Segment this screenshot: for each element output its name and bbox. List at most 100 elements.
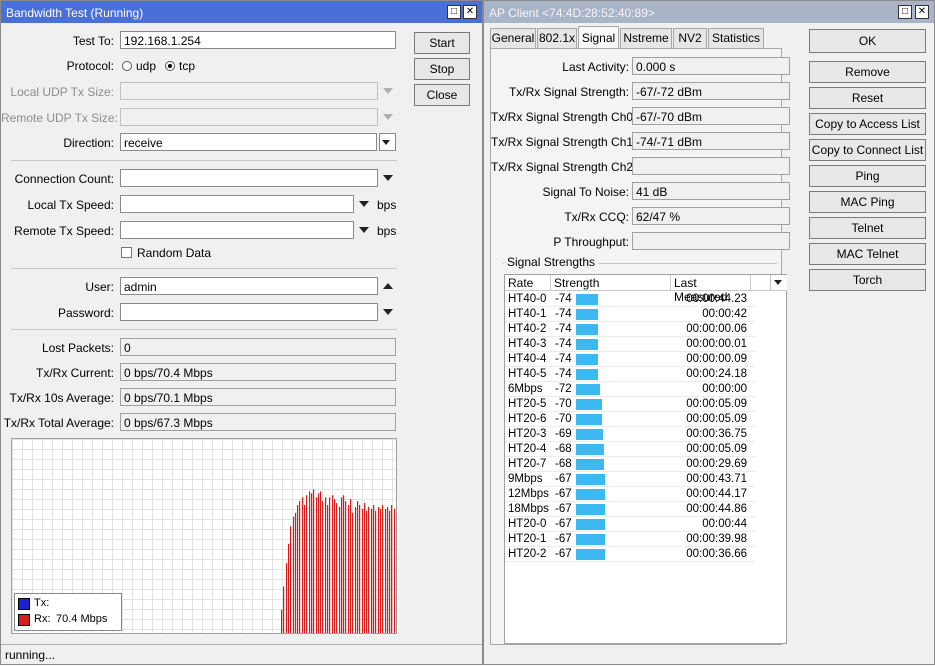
column-menu-button[interactable] [771,275,787,291]
table-row[interactable]: HT40-0 -74 00:00:44.23 [505,292,755,307]
tab-signal[interactable]: Signal [578,26,619,48]
tab-statistics[interactable]: Statistics [708,28,764,48]
strength-cell: -67 [555,548,572,560]
password-input[interactable] [120,303,378,321]
graph-legend: Tx: Rx: 70.4 Mbps [14,593,122,631]
strength-bar [576,339,598,350]
table-row[interactable]: HT20-0 -67 00:00:44 [505,517,755,532]
table-row[interactable]: HT20-4 -68 00:00:05.09 [505,442,755,457]
bandwidth-test-titlebar[interactable]: Bandwidth Test (Running) □ ✕ [1,1,482,23]
window-title: Bandwidth Test (Running) [6,6,144,20]
lost-packets-label: Lost Packets: [41,341,114,355]
connection-count-label: Connection Count: [14,172,114,186]
stop-button[interactable]: Stop [414,58,470,80]
tab-nv2[interactable]: NV2 [673,28,707,48]
mac-ping-button[interactable]: MAC Ping [809,191,926,213]
dropdown-arrow-icon[interactable] [359,227,369,233]
remote-udp-tx-size-label: Remote UDP Tx Size: [1,111,118,125]
rx-bar [320,491,322,633]
signal-field-label: Signal To Noise: [542,185,630,199]
last-measured-cell: 00:00:36.66 [686,548,747,560]
direction-dropdown-button[interactable] [379,133,396,151]
dropdown-arrow-icon[interactable] [383,175,393,181]
test-to-label: Test To: [72,34,114,48]
table-row[interactable]: HT40-4 -74 00:00:00.09 [505,352,755,367]
torch-button[interactable]: Torch [809,269,926,291]
table-row[interactable]: 12Mbps -67 00:00:44.17 [505,487,755,502]
start-button[interactable]: Start [414,32,470,54]
tab-8021x[interactable]: 802.1x [537,28,577,48]
test-to-input[interactable]: 192.168.1.254 [120,31,396,49]
ap-client-titlebar[interactable]: AP Client <74:4D:28:52:40:89> □ ✕ [484,1,934,23]
rx-legend-swatch [18,614,30,626]
dropdown-arrow-icon[interactable] [359,201,369,207]
table-row[interactable]: HT20-1 -67 00:00:39.98 [505,532,755,547]
strength-bar [576,459,604,470]
last-measured-cell: 00:00:44.23 [686,293,747,305]
column-header-rate[interactable]: Rate [505,275,551,291]
close-icon[interactable]: ✕ [463,5,477,19]
maximize-icon[interactable]: □ [447,5,461,19]
protocol-udp-radio[interactable] [122,61,132,71]
column-header-strength[interactable]: Strength [551,275,671,291]
last-measured-cell: 00:00:00.06 [686,323,747,335]
strength-bar [576,384,600,395]
rx-bar [313,489,315,633]
txrx-10s-average-value: 0 bps/70.1 Mbps [120,388,396,406]
user-input[interactable]: admin [120,277,378,295]
mac-telnet-button[interactable]: MAC Telnet [809,243,926,265]
strength-bar [576,519,605,530]
local-tx-speed-input[interactable] [120,195,354,213]
close-icon[interactable]: ✕ [915,5,929,19]
remote-tx-speed-input[interactable] [120,221,354,239]
rx-bar [318,493,320,633]
rate-cell: 6Mbps [508,383,543,395]
dropdown-arrow-icon[interactable] [383,309,393,315]
bandwidth-graph: Tx: Rx: 70.4 Mbps [11,438,397,634]
table-row[interactable]: 9Mbps -67 00:00:43.71 [505,472,755,487]
chevron-up-icon[interactable] [383,283,393,289]
rx-bar [341,497,343,633]
tx-legend-swatch [18,598,30,610]
copy-to-connect-list-button[interactable]: Copy to Connect List [809,139,926,161]
rx-bar [368,506,370,633]
rx-bar [378,506,380,633]
chevron-down-icon [774,280,782,285]
last-measured-cell: 00:00:39.98 [686,533,747,545]
column-header-last-measured[interactable]: Last Measured [671,275,751,304]
protocol-udp-label: udp [136,59,157,73]
random-data-checkbox[interactable] [121,247,132,258]
table-row[interactable]: HT40-1 -74 00:00:42 [505,307,755,322]
txrx-10s-average-label: Tx/Rx 10s Average: [9,391,115,405]
maximize-icon[interactable]: □ [898,5,912,19]
direction-select[interactable]: receive [120,133,377,151]
rate-cell: HT20-3 [508,428,547,440]
table-row[interactable]: HT40-3 -74 00:00:00.01 [505,337,755,352]
table-row[interactable]: HT20-7 -68 00:00:29.69 [505,457,755,472]
protocol-tcp-radio[interactable] [165,61,175,71]
local-udp-tx-size-input [120,82,378,100]
rx-bar [357,501,359,633]
strength-cell: -72 [555,383,572,395]
remove-button[interactable]: Remove [809,61,926,83]
table-row[interactable]: HT40-2 -74 00:00:00.06 [505,322,755,337]
rate-cell: HT20-2 [508,548,547,560]
table-row[interactable]: 18Mbps -67 00:00:44.86 [505,502,755,517]
ping-button[interactable]: Ping [809,165,926,187]
tab-general[interactable]: General [490,28,536,48]
tab-nstreme[interactable]: Nstreme [620,28,672,48]
signal-field-value [632,232,790,250]
table-row[interactable]: HT20-2 -67 00:00:36.66 [505,547,755,562]
ok-button[interactable]: OK [809,29,926,53]
reset-button[interactable]: Reset [809,87,926,109]
table-row[interactable]: 6Mbps -72 00:00:00 [505,382,755,397]
table-row[interactable]: HT40-5 -74 00:00:24.18 [505,367,755,382]
close-button[interactable]: Close [414,84,470,106]
table-row[interactable]: HT20-5 -70 00:00:05.09 [505,397,755,412]
table-row[interactable]: HT20-6 -70 00:00:05.09 [505,412,755,427]
rx-bar [339,506,341,633]
copy-to-access-list-button[interactable]: Copy to Access List [809,113,926,135]
table-row[interactable]: HT20-3 -69 00:00:36.75 [505,427,755,442]
telnet-button[interactable]: Telnet [809,217,926,239]
connection-count-input[interactable] [120,169,378,187]
